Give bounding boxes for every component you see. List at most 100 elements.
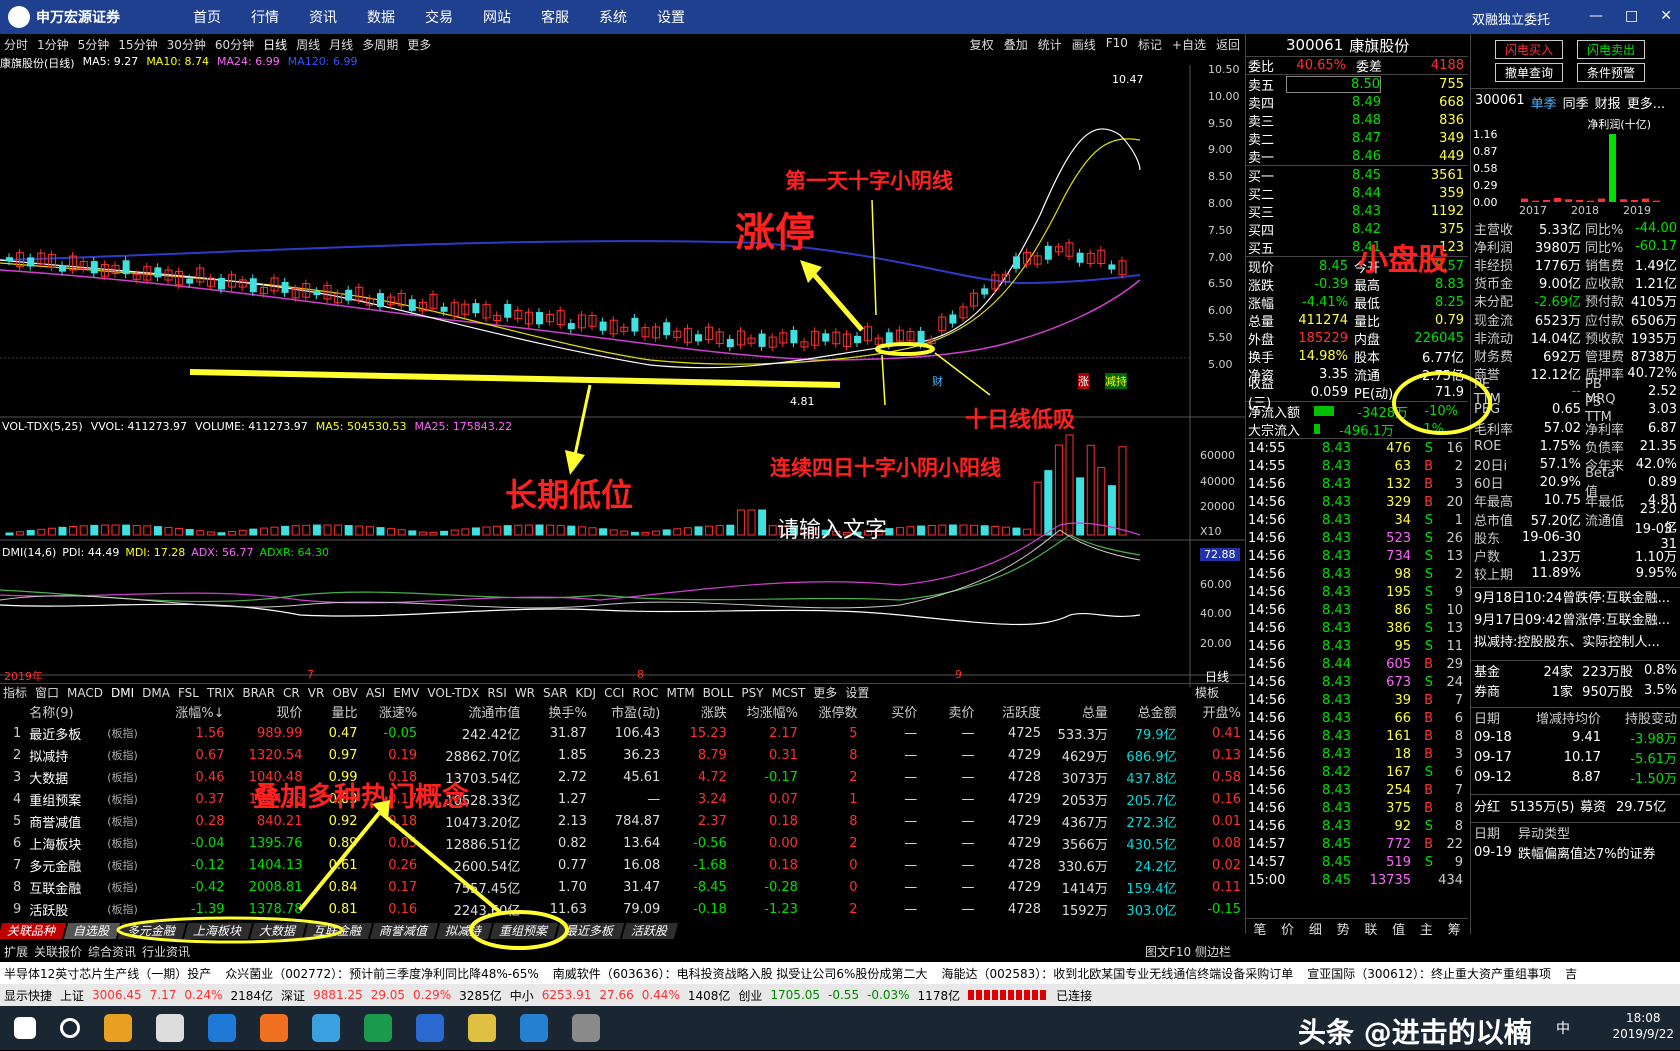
tool-5[interactable]: 标记 [1138,36,1162,53]
clock[interactable]: 18:08 2019/9/22 [1612,1010,1674,1042]
period-9[interactable]: 多周期 [362,36,398,53]
menu-item-7[interactable]: 系统 [599,7,627,27]
period-5[interactable]: 60分钟 [215,36,254,53]
sector-tab-9[interactable]: 最近多板 [555,923,625,939]
indicator-12[interactable]: EMV [393,686,419,700]
sector-tab-1[interactable]: 自选股 [63,923,121,939]
bid-row[interactable]: 买三 8.43 1192 [1246,202,1468,221]
col-header-5[interactable]: 量比 [306,700,361,722]
template-btn[interactable]: 模板 [1195,684,1219,701]
menu-item-2[interactable]: 资讯 [309,7,337,27]
menu-item-4[interactable]: 交易 [425,7,453,27]
indicator-15[interactable]: WR [515,686,535,700]
table-row[interactable]: 9 活跃股 (板指) -1.39 1378.78 0.81 0.16 2243.60亿 11.6… [0,898,1245,920]
period-6[interactable]: 日线 [263,36,287,53]
table-row[interactable]: 6 上海板块 (板指) -0.04 1395.76 0.89 0.05 12886.51亿 0.… [0,832,1245,854]
fin-button-3[interactable]: 条件预警 [1577,63,1645,82]
indicator-7[interactable]: BRAR [242,686,275,700]
kline-chart[interactable] [0,55,1245,695]
indicator-21[interactable]: BOLL [703,686,734,700]
chart-mark-cai[interactable]: 财 [932,373,943,389]
period-4[interactable]: 30分钟 [167,36,206,53]
indicator-24[interactable]: 更多 [813,684,837,701]
table-row[interactable]: 8 互联金融 (板指) -0.42 2008.81 0.84 0.17 7557.45亿 1.7… [0,876,1245,898]
fin-button-1[interactable]: 闪电卖出 [1577,40,1645,59]
sector-tab-10[interactable]: 活跃股 [622,923,679,939]
indicator-4[interactable]: DMA [142,686,170,700]
indicator-5[interactable]: FSL [178,686,199,700]
bid-row[interactable]: 买一 8.45 3561 [1246,166,1468,185]
fin-tab-3[interactable]: 更多... [1627,93,1665,112]
quote-tab-6[interactable]: 主 [1420,919,1433,938]
indicator-20[interactable]: MTM [667,686,695,700]
ask-row[interactable]: 卖三 8.48 836 [1246,111,1468,130]
tool-3[interactable]: 画线 [1072,36,1096,53]
table-row[interactable]: 7 多元金融 (板指) -0.12 1404.13 0.61 0.26 2600.54亿 0.7… [0,854,1245,876]
ticker-item[interactable]: 吉 [1565,965,1577,982]
sub-tab-2[interactable]: 综合资讯 [88,943,136,960]
menu-item-6[interactable]: 客服 [541,7,569,27]
indicator-1[interactable]: 窗口 [35,684,59,701]
sector-tab-6[interactable]: 商誉减值 [369,923,439,939]
trading-app-icon[interactable] [520,1014,548,1042]
ticker-item[interactable]: 半导体12英寸芯片生产线（一期）投产 [4,965,211,982]
period-2[interactable]: 5分钟 [78,36,110,53]
col-header-13[interactable]: 买价 [862,700,922,722]
quote-tab-2[interactable]: 细 [1309,919,1322,938]
news-item[interactable]: 9月18日10:24曾跌停:互联金融... [1471,588,1680,610]
col-header-14[interactable]: 卖价 [921,700,978,722]
indicator-16[interactable]: SAR [543,686,567,700]
shortcut-toggle[interactable]: 显示快捷 [4,987,52,1004]
news-item[interactable]: 拟减持:控股股东、实际控制人... [1471,632,1680,654]
tool-4[interactable]: F10 [1106,36,1128,53]
indicator-3[interactable]: DMI [111,686,134,700]
app-icon-2[interactable] [312,1014,340,1042]
quote-tab-7[interactable]: 筹 [1448,919,1461,938]
col-header-3[interactable]: 涨幅%↓ [163,700,229,722]
sub-tab-1[interactable]: 关联报价 [34,943,82,960]
col-header-16[interactable]: 总量 [1045,700,1112,722]
quote-tab-1[interactable]: 价 [1281,919,1294,938]
menu-item-1[interactable]: 行情 [251,7,279,27]
quote-tab-5[interactable]: 值 [1392,919,1405,938]
menu-item-3[interactable]: 数据 [367,7,395,27]
app-icon-1[interactable] [260,1014,288,1042]
indicator-25[interactable]: 设置 [845,684,869,701]
mail-icon[interactable] [156,1014,184,1042]
period-10[interactable]: 更多 [407,36,431,53]
tool-1[interactable]: 叠加 [1004,36,1028,53]
sector-tab-2[interactable]: 多元金融 [117,923,187,939]
bid-row[interactable]: 买二 8.44 359 [1246,184,1468,203]
chart-mark-jianchi[interactable]: 减持 [1105,373,1127,389]
col-header-1[interactable]: 名称(9) [25,700,103,722]
col-header-12[interactable]: 涨停数 [802,700,862,722]
fin-button-2[interactable]: 撤单查询 [1495,63,1563,82]
chart-mark-zhang[interactable]: 涨 [1078,373,1089,389]
maximize-icon[interactable]: □ [1625,8,1638,24]
ticker-item[interactable]: 南威软件（603636）：电科投资战略入股 拟受让公司6%股份成第二大 [553,965,928,982]
tool-6[interactable]: +自选 [1172,36,1206,53]
ask-row[interactable]: 卖一 8.46 449 [1246,147,1468,166]
period-1[interactable]: 1分钟 [37,36,69,53]
col-header-18[interactable]: 开盘% [1181,700,1245,722]
fin-button-0[interactable]: 闪电买入 [1495,40,1563,59]
table-row[interactable]: 1 最近多板 (板指) 1.56 989.99 0.47 -0.05 242.42亿 31.87… [0,722,1245,744]
col-header-9[interactable]: 市盈(动) [591,700,664,722]
ticker-item[interactable]: 宣亚国际（300612）：终止重大资产重组事项 [1307,965,1551,982]
sub-tab-3[interactable]: 行业资讯 [142,943,190,960]
fin-tab-1[interactable]: 同季 [1563,93,1589,112]
table-row[interactable]: 3 大数据 (板指) 0.46 1040.48 0.99 0.18 13703.54亿 2.72… [0,766,1245,788]
ticker-item[interactable]: 众兴菌业（002772）：预计前三季度净利同比降48%-65% [225,965,538,982]
annot-input-text[interactable]: 请输入文字 [777,512,887,544]
sector-tab-0[interactable]: 关联品种 [0,923,67,939]
period-7[interactable]: 周线 [296,36,320,53]
indicator-22[interactable]: PSY [741,686,763,700]
period-3[interactable]: 15分钟 [118,36,157,53]
chrome-icon[interactable] [104,1014,132,1042]
indicator-14[interactable]: RSI [487,686,507,700]
menu-item-5[interactable]: 网站 [483,7,511,27]
indicator-23[interactable]: MCST [772,686,806,700]
quote-tab-0[interactable]: 笔 [1253,919,1266,938]
tool-7[interactable]: 返回 [1216,36,1240,53]
ime-indicator[interactable]: 中 [1556,1018,1570,1038]
